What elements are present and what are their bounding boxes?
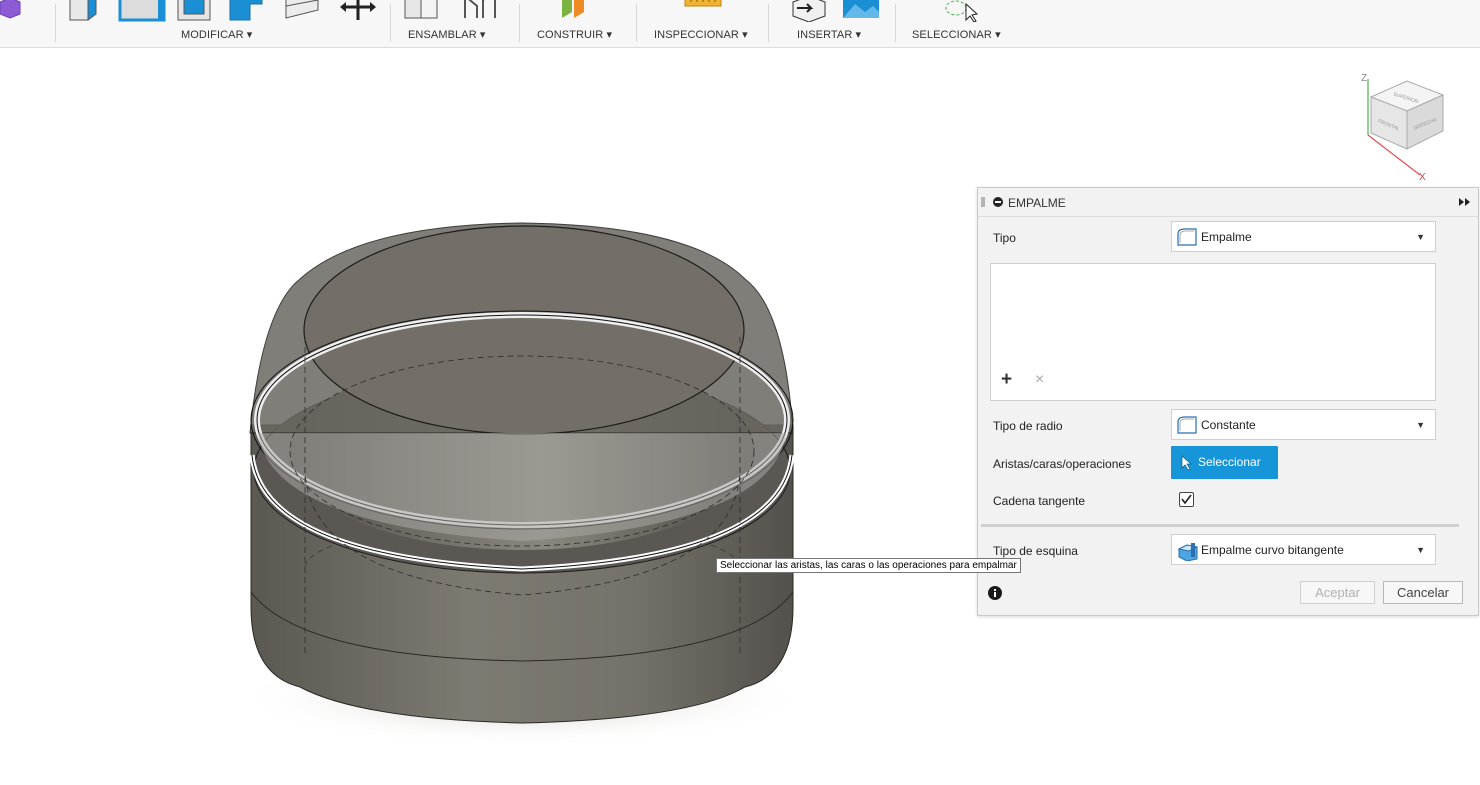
selection-list[interactable]: + × — [990, 263, 1436, 401]
measure-icon[interactable] — [683, 0, 723, 12]
toolbar-group-construct: CONSTRUIR ▾ — [520, 0, 636, 46]
split-face-icon[interactable] — [282, 0, 322, 22]
chevron-down-icon: ▼ — [1416, 545, 1425, 555]
tangent-chain-label: Cadena tangente — [993, 494, 1086, 508]
insert-derive-icon[interactable] — [789, 0, 829, 22]
remove-icon[interactable]: × — [1035, 372, 1044, 388]
toolbar-label-modificar[interactable]: MODIFICAR ▾ — [181, 28, 252, 41]
press-pull-icon[interactable] — [66, 0, 102, 22]
toolbar-group-inspect: INSPECCIONAR ▾ — [637, 0, 767, 46]
expand-panel-icon[interactable] — [1459, 198, 1471, 206]
toolbar: MODIFICAR ▾ ENSAMBLAR ▾ CONSTRUIR ▾ INSP… — [0, 0, 1480, 48]
toolbar-label-inspeccionar[interactable]: INSPECCIONAR ▾ — [654, 28, 748, 41]
viewcube-axis-x: X — [1419, 172, 1426, 183]
fillet-icon[interactable] — [118, 0, 168, 22]
toolbar-group-modify: MODIFICAR ▾ — [56, 0, 390, 46]
fillet-type-icon — [1177, 228, 1197, 246]
section-divider — [981, 524, 1459, 527]
toolbar-label-insertar[interactable]: INSERTAR ▾ — [797, 28, 861, 41]
toolbar-group-assemble: ENSAMBLAR ▾ — [391, 0, 518, 46]
toolbar-group-create[interactable] — [0, 0, 56, 46]
setback-corner-icon — [1177, 543, 1199, 561]
corner-type-dropdown[interactable]: Empalme curvo bitangente ▼ — [1171, 534, 1436, 565]
collapse-icon[interactable] — [993, 197, 1003, 207]
toolbar-label-seleccionar[interactable]: SELECCIONAR ▾ — [912, 28, 1001, 41]
edges-label: Aristas/caras/operaciones — [993, 457, 1132, 471]
type-value: Empalme — [1201, 230, 1252, 244]
radius-type-dropdown[interactable]: Constante ▼ — [1171, 409, 1436, 440]
viewcube-axis-z: Z — [1361, 73, 1367, 84]
toolbar-label-construir[interactable]: CONSTRUIR ▾ — [537, 28, 612, 41]
dialog-footer: Aceptar Cancelar — [978, 566, 1478, 615]
info-icon[interactable] — [988, 586, 1002, 600]
toolbar-group-select: SELECCIONAR ▾ — [896, 0, 1026, 46]
fillet-dialog: EMPALME Tipo Empalme ▼ + × Tipo de radio… — [977, 187, 1479, 616]
ok-button[interactable]: Aceptar — [1300, 581, 1375, 604]
select-cursor-icon[interactable] — [942, 0, 982, 22]
add-icon[interactable]: + — [1001, 370, 1012, 390]
insert-canvas-icon[interactable] — [841, 0, 881, 22]
chevron-down-icon: ▼ — [1416, 420, 1425, 430]
joint-icon[interactable] — [401, 0, 441, 22]
offset-plane-icon[interactable] — [558, 0, 598, 22]
shell-icon[interactable] — [228, 0, 264, 22]
toolbar-label-ensamblar[interactable]: ENSAMBLAR ▾ — [408, 28, 486, 41]
drag-handle-icon[interactable] — [981, 197, 985, 207]
select-edges-button-label: Seleccionar — [1198, 455, 1261, 469]
chamfer-icon[interactable] — [176, 0, 212, 22]
constant-radius-icon — [1177, 416, 1197, 434]
box-icon[interactable] — [0, 0, 22, 20]
move-icon[interactable] — [336, 0, 380, 22]
type-dropdown[interactable]: Empalme ▼ — [1171, 221, 1436, 252]
chevron-down-icon: ▼ — [1416, 232, 1425, 242]
viewcube[interactable]: Z X SUPERIOR FRONTAL DERECHA — [1355, 67, 1455, 187]
as-built-joint-icon[interactable] — [461, 0, 501, 22]
cancel-button[interactable]: Cancelar — [1383, 581, 1463, 604]
tangent-chain-checkbox[interactable] — [1179, 492, 1194, 507]
toolbar-group-insert: INSERTAR ▾ — [769, 0, 895, 46]
radius-type-label: Tipo de radio — [993, 419, 1063, 433]
corner-type-label: Tipo de esquina — [993, 544, 1078, 558]
dialog-header[interactable]: EMPALME — [978, 188, 1478, 217]
type-label: Tipo — [993, 231, 1016, 245]
dialog-title: EMPALME — [1008, 196, 1066, 210]
checkmark-icon — [1181, 494, 1192, 505]
radius-type-value: Constante — [1201, 418, 1256, 432]
cursor-arrow-icon — [1181, 455, 1192, 471]
tooltip: Seleccionar las aristas, las caras o las… — [716, 558, 1021, 573]
corner-type-value: Empalme curvo bitangente — [1201, 543, 1344, 557]
select-edges-button[interactable]: Seleccionar — [1171, 446, 1278, 479]
